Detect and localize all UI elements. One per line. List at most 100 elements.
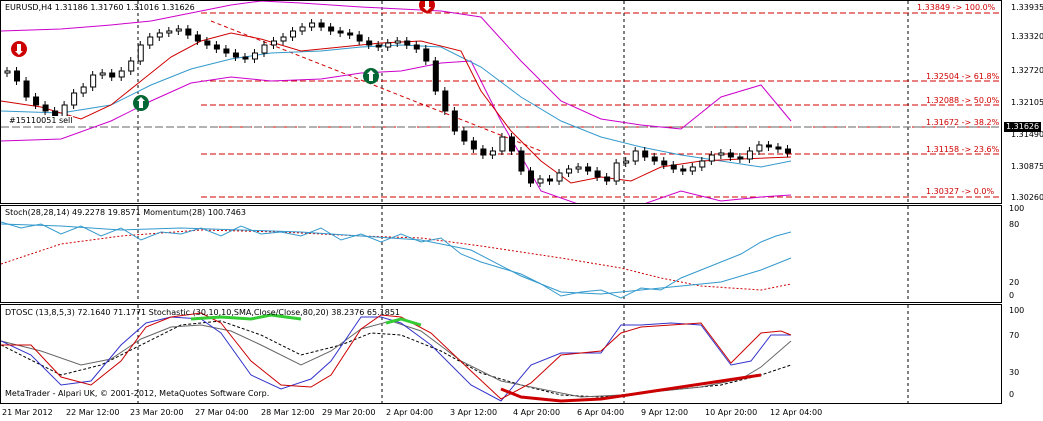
candle-body [756,144,763,152]
candlesticks [4,19,791,187]
bollinger-upper [1,1,792,130]
candle-body [470,140,477,150]
time-label: 21 Mar 2012 [2,408,53,417]
price-tick: 1.30260 [1011,193,1043,202]
candle-body [99,72,106,76]
candle-body [746,150,753,160]
candle-body [385,42,392,48]
time-label: 10 Apr 20:00 [705,408,758,417]
candle-body [727,152,734,158]
candle-body [328,26,335,32]
fibo-level-38: 1.31672 -> 38.2% [926,118,1000,127]
candle-body [556,172,563,182]
candle-body [642,150,649,158]
dtosc-tick: 100 [1009,306,1025,315]
candle-body [251,52,258,60]
price-tick: 1.32105 [1011,98,1043,107]
candle-body [661,160,668,166]
stochastic-signal [1,320,792,398]
time-label: 27 Mar 04:00 [195,408,249,417]
candle-body [290,30,297,38]
candle-body [575,166,582,170]
candle-body [204,40,211,46]
candle-body [366,40,373,46]
candle-body [128,60,135,72]
stoch-pane-header: Stoch(28,28,14) 49.2278 19.8571 Momentum… [5,208,246,217]
time-label: 6 Apr 04:00 [577,408,625,417]
candle-body [775,146,782,150]
candle-body [699,160,706,168]
candle-body [147,36,154,46]
candle-body [156,32,163,38]
dtosc-pane[interactable]: DTOSC (13,8,5,3) 72.1640 71.1771 Stochas… [0,304,1002,404]
candle-body [4,70,11,74]
price-scale[interactable]: 1.33935 1.33320 1.32720 1.32105 1.31490 … [1003,0,1043,204]
candle-body [404,40,411,46]
dtosc-tick: 70 [1009,331,1020,340]
time-label: 4 Apr 20:00 [513,408,561,417]
dtosc-oversold-highlight [500,373,762,403]
stoch-scale[interactable]: 100 80 20 0 [1003,204,1043,303]
candle-body [118,70,125,78]
price-tick: 1.32720 [1011,66,1043,75]
candle-body [309,22,316,28]
candle-body [356,34,363,42]
bollinger-lower [1,60,792,203]
time-label: 22 Mar 12:00 [66,408,120,417]
price-tick: 1.33320 [1011,32,1043,41]
fibo-level-0: 1.30327 -> 0.0% [926,187,995,196]
candle-body [223,48,230,54]
dtosc-slow [1,312,792,400]
candle-body [670,164,677,170]
time-label: 29 Mar 20:00 [322,408,376,417]
price-chart-svg [1,1,1001,203]
candle-body [194,34,201,42]
candle-body [337,30,344,34]
current-price-tag: 1.31626 [1004,122,1042,132]
fibo-level-100: 1.33849 -> 100.0% [917,3,996,12]
candle-body [261,44,268,54]
candle-body [566,168,573,174]
candle-body [280,36,287,42]
candle-body [23,80,30,98]
candle-body [518,150,525,172]
candle-body [394,40,401,44]
candle-body [318,22,325,28]
candle-body [109,72,116,78]
candle-body [537,178,544,184]
candle-body [90,74,97,88]
candle-body [299,26,306,32]
candle-body [42,104,49,112]
candle-body [708,154,715,162]
fibonacci-lines [201,12,1001,198]
price-pane[interactable]: EURUSD,H4 1.31186 1.31760 1.31016 1.3162… [0,0,1002,204]
stochastic-main [1,320,792,398]
candle-body [33,96,40,106]
candle-body [718,152,725,156]
stoch-momentum-pane[interactable]: Stoch(28,28,14) 49.2278 19.8571 Momentum… [0,205,1002,303]
candle-body [680,168,687,172]
time-label: 12 Apr 04:00 [770,408,823,417]
candle-body [80,86,87,94]
candle-body [480,148,487,156]
candle-body [242,56,249,60]
candle-body [651,156,658,162]
candle-body [137,44,144,62]
time-label: 9 Apr 12:00 [641,408,689,417]
candle-body [632,150,639,162]
candle-body [689,166,696,172]
candle-body [604,176,611,182]
candle-body [585,166,592,172]
sell-arrow-icon [419,1,435,13]
candle-body [175,28,182,32]
candle-body [737,156,744,160]
candle-body [623,160,630,164]
sell-arrow-icon [11,41,27,57]
dtosc-scale[interactable]: 100 70 30 0 [1003,304,1043,404]
candle-body [527,170,534,184]
candle-body [442,90,449,112]
stoch-tick: 80 [1009,220,1020,229]
candle-body [166,30,173,34]
fibo-level-61: 1.32504 -> 61.8% [926,72,1000,81]
candle-body [14,70,21,82]
